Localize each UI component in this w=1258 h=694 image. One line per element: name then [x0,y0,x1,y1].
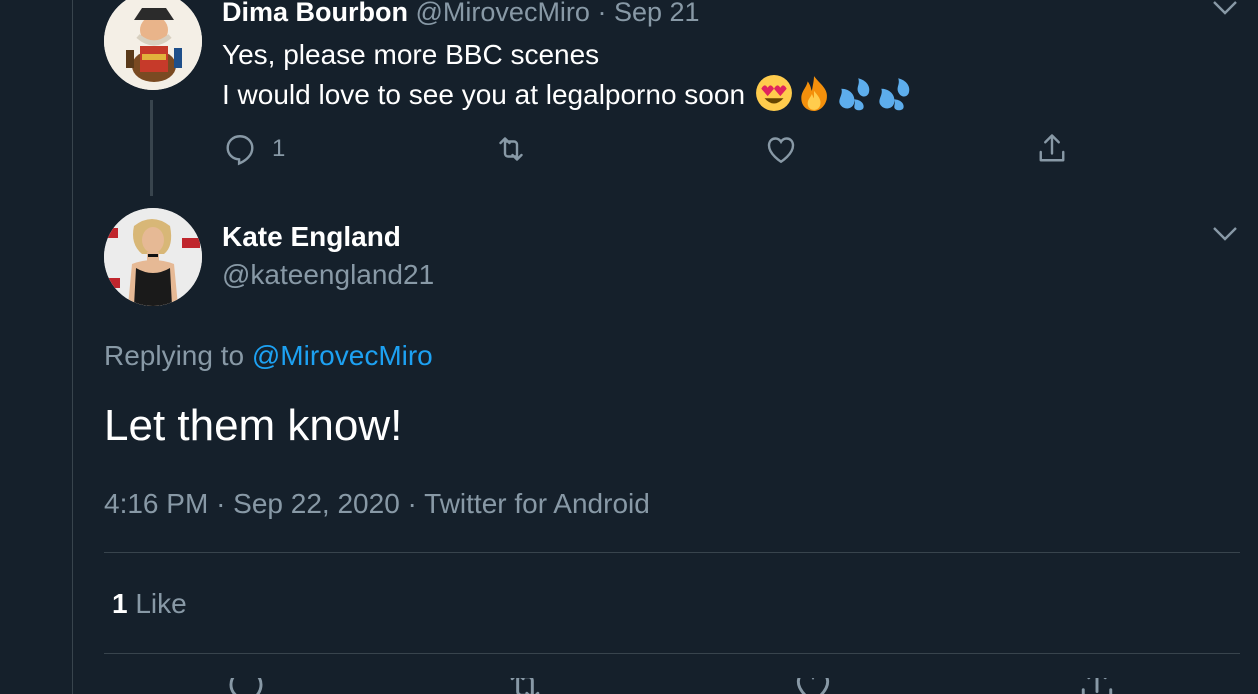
avatar-kate-england[interactable] [104,208,202,306]
reply-icon [229,678,263,694]
avatar-dima-bourbon[interactable] [104,0,202,90]
share-button[interactable] [1074,678,1120,694]
reply-count: 1 [272,135,286,162]
reply-button[interactable] [224,678,268,694]
replying-to: Replying to @MirovecMiro [104,338,433,374]
fire-emoji [801,76,827,111]
divider [104,653,1240,654]
retweet-icon [510,678,540,694]
share-button[interactable] [1033,131,1071,167]
cartoon-avatar-illustration [104,0,202,90]
retweet-button[interactable] [502,678,548,694]
author-handle[interactable]: @MirovecMiro [416,0,590,27]
share-icon [1081,678,1113,694]
separator-dot: · [407,488,417,519]
divider [104,552,1240,553]
tweet-full-date[interactable]: Sep 22, 2020 [233,488,400,519]
tweet-line-1: Yes, please more BBC scenes [222,39,600,70]
reply-tweet-text: Yes, please more BBC scenes I would love… [222,36,913,114]
reply-button[interactable]: 1 [222,131,285,167]
separator-dot: · [597,0,607,27]
chevron-down-icon[interactable] [1212,0,1238,16]
retweet-icon [499,137,523,161]
chevron-down-icon[interactable] [1212,226,1238,242]
main-tweet-text: Let them know! [104,401,403,450]
retweet-button[interactable] [492,131,530,167]
share-icon [1039,134,1065,162]
reply-icon [226,135,254,166]
replying-to-handle-link[interactable]: @MirovecMiro [252,340,433,371]
heart-icon [767,137,795,164]
heart-icon [796,678,830,694]
like-label: Like [135,588,187,619]
like-button[interactable] [762,131,800,167]
replying-to-label: Replying to [104,340,245,371]
tweet-line-2-text: I would love to see you at legalporno so… [222,79,746,110]
like-count: 1 [112,588,128,619]
tweet-date[interactable]: Sep 21 [614,0,700,27]
sweat-droplets-emoji [839,78,870,111]
tweet-time[interactable]: 4:16 PM [104,488,208,519]
tweet-line-2: I would love to see you at legalporno so… [222,74,913,114]
main-author-handle[interactable]: @kateengland21 [222,258,434,292]
thread-connector-line [150,100,153,196]
tweet-source[interactable]: Twitter for Android [424,488,650,519]
separator-dot: · [216,488,226,519]
main-author-name[interactable]: Kate England [222,220,401,254]
likes-summary[interactable]: 1 Like [112,586,187,622]
like-button[interactable] [790,678,836,694]
author-name[interactable]: Dima Bourbon [222,0,408,27]
tweet-metadata: 4:16 PM · Sep 22, 2020 · Twitter for And… [104,486,650,522]
sweat-droplets-emoji [879,78,910,111]
heart-eyes-emoji [755,75,792,111]
reply-tweet-header: Dima Bourbon @MirovecMiro · Sep 21 [222,0,700,30]
column-border [72,0,73,694]
profile-photo [104,208,202,306]
